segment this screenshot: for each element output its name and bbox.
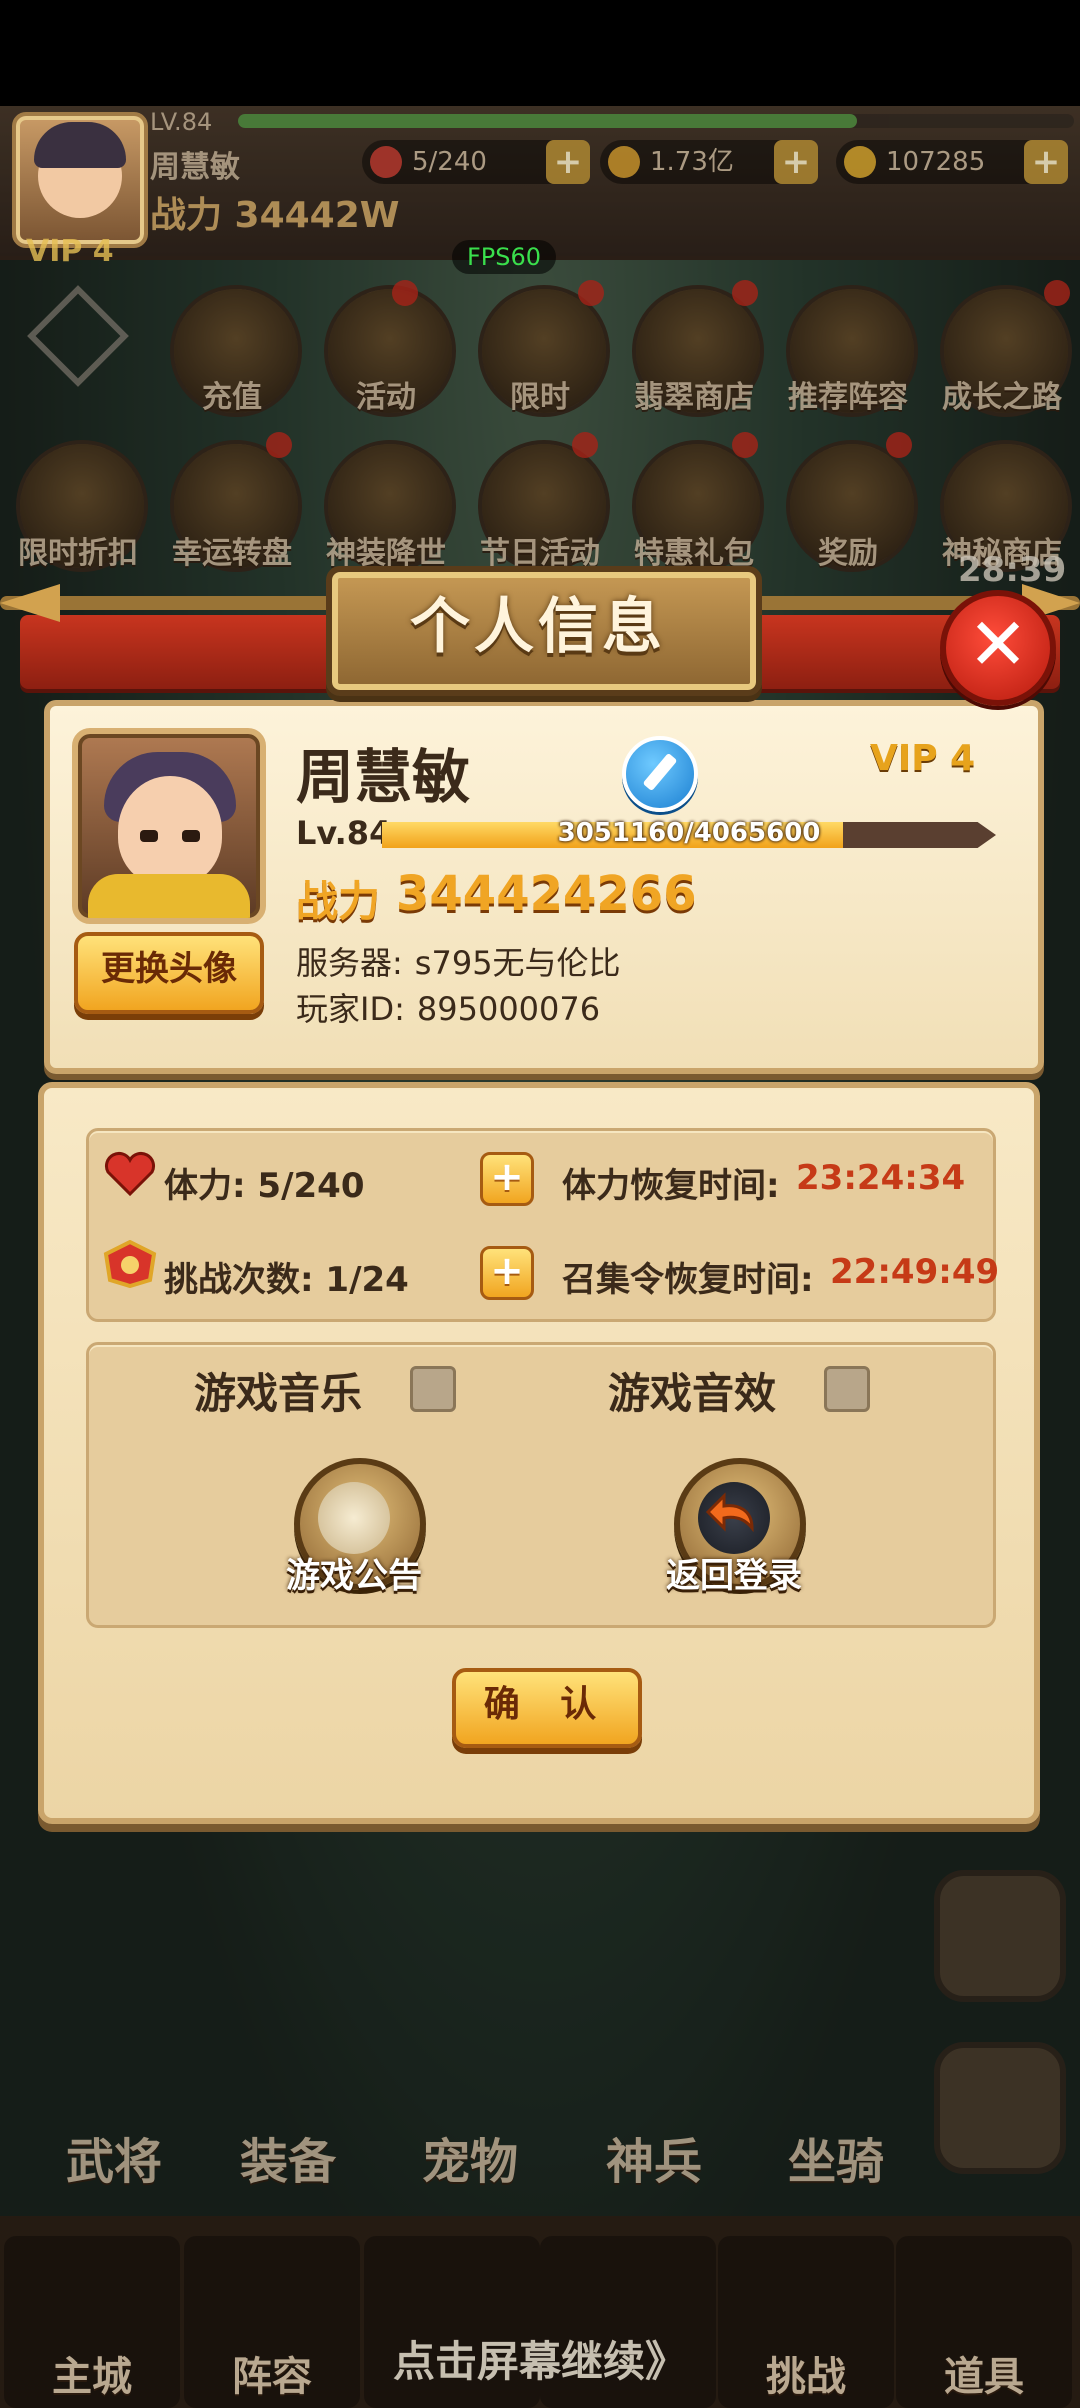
player-portrait: [72, 728, 266, 924]
menu-label-growth: 成长之路: [942, 380, 1062, 415]
fps-counter: FPS60: [452, 240, 556, 274]
stamina-value: 5/240: [412, 147, 487, 177]
scroll-icon: [318, 1482, 390, 1554]
power-value: 344424266: [396, 866, 697, 922]
edit-name-button[interactable]: [622, 736, 698, 812]
stamina-label: 体力: 5/240: [164, 1166, 365, 1206]
close-icon: ✕: [967, 602, 1029, 686]
expand-plus-icon[interactable]: [934, 2042, 1066, 2174]
notification-dot: [392, 280, 418, 306]
dialog-title: 个人信息: [410, 592, 666, 662]
gold-resource: 1.73亿 +: [600, 140, 818, 184]
menu-label-lucky-wheel: 幸运转盘: [172, 536, 292, 571]
header-player-name: 周慧敏: [150, 150, 240, 185]
notification-dot: [266, 432, 292, 458]
stamina-recover-label: 体力恢复时间:: [562, 1166, 780, 1206]
gem-icon: [844, 146, 876, 178]
challenge-count-label: 挑战次数: 1/24: [164, 1260, 409, 1300]
menu-label-activity: 活动: [356, 380, 416, 415]
coin-icon: [608, 146, 640, 178]
menu-label-recharge: 充值: [202, 380, 262, 415]
power-label: 战力: [296, 877, 381, 926]
notification-dot: [1044, 280, 1070, 306]
chat-icon[interactable]: [934, 1870, 1066, 2002]
stamina-resource: 5/240 +: [362, 140, 590, 184]
header-power: 战力 34442W: [150, 195, 400, 236]
stamina-icon: [370, 146, 402, 178]
announcement-label: 游戏公告: [286, 1556, 422, 1596]
header-level: LV.84: [150, 108, 213, 136]
header-avatar[interactable]: [12, 112, 148, 248]
pencil-icon: [642, 752, 678, 792]
nav-equipment[interactable]: 装备: [198, 2122, 378, 2192]
gold-value: 1.73亿: [650, 147, 734, 177]
music-checkbox[interactable]: [410, 1366, 456, 1412]
gem-resource: 107285 +: [836, 140, 1068, 184]
server-label: 服务器:: [296, 944, 403, 982]
summon-recover-label: 召集令恢复时间:: [562, 1260, 814, 1300]
exp-text: 3051160/4065600: [557, 818, 821, 848]
sfx-checkbox[interactable]: [824, 1366, 870, 1412]
close-button[interactable]: ✕: [940, 590, 1056, 706]
player-id-info: 玩家ID: 895000076: [296, 984, 600, 1030]
notification-dot: [886, 432, 912, 458]
nav-mounts[interactable]: 坐骑: [746, 2122, 926, 2192]
header-exp-bar: [238, 114, 1074, 128]
notification-dot: [732, 432, 758, 458]
stamina-recover-time: 23:24:34: [796, 1158, 966, 1198]
nav-pets[interactable]: 宠物: [380, 2122, 560, 2192]
stamina-heart-icon: [104, 1151, 156, 1197]
notification-dot: [578, 280, 604, 306]
server-value: s795无与伦比: [414, 944, 621, 982]
menu-label-recommend: 推荐阵容: [788, 380, 908, 415]
player-name: 周慧敏: [296, 743, 471, 811]
status-bar: [0, 0, 1080, 106]
nav-generals[interactable]: 武将: [24, 2122, 204, 2192]
header-vip: VIP 4: [26, 234, 114, 269]
challenge-add-button[interactable]: +: [480, 1246, 534, 1300]
tap-to-continue-hint[interactable]: 点击屏幕继续》: [0, 2328, 1080, 2389]
player-level: Lv.84: [296, 814, 392, 852]
back-to-login-label: 返回登录: [666, 1556, 802, 1596]
gold-plus-button[interactable]: +: [774, 140, 818, 184]
sfx-label: 游戏音效: [608, 1369, 777, 1418]
vip-badge: VIP 4: [870, 738, 976, 779]
gem-plus-button[interactable]: +: [1024, 140, 1068, 184]
server-info: 服务器: s795无与伦比: [296, 938, 621, 984]
nav-divine-weapons[interactable]: 神兵: [564, 2122, 744, 2192]
stamina-plus-button[interactable]: +: [546, 140, 590, 184]
notification-dot: [732, 280, 758, 306]
menu-label-reward: 奖励: [818, 536, 878, 571]
change-avatar-button[interactable]: 更换头像: [74, 932, 264, 1014]
confirm-button[interactable]: 确 认: [452, 1668, 642, 1748]
player-id-value: 895000076: [416, 990, 601, 1028]
return-arrow-icon: [698, 1482, 770, 1554]
challenge-token-icon: [103, 1240, 157, 1288]
summon-recover-time: 22:49:49: [830, 1252, 1000, 1292]
notification-dot: [572, 432, 598, 458]
player-id-label: 玩家ID:: [296, 990, 405, 1028]
spear-tip-left: [0, 584, 60, 622]
menu-label-limited: 限时: [510, 380, 570, 415]
stamina-add-button[interactable]: +: [480, 1152, 534, 1206]
gem-value: 107285: [886, 147, 986, 177]
music-label: 游戏音乐: [194, 1369, 363, 1418]
menu-label-jade-shop: 翡翠商店: [634, 380, 754, 415]
